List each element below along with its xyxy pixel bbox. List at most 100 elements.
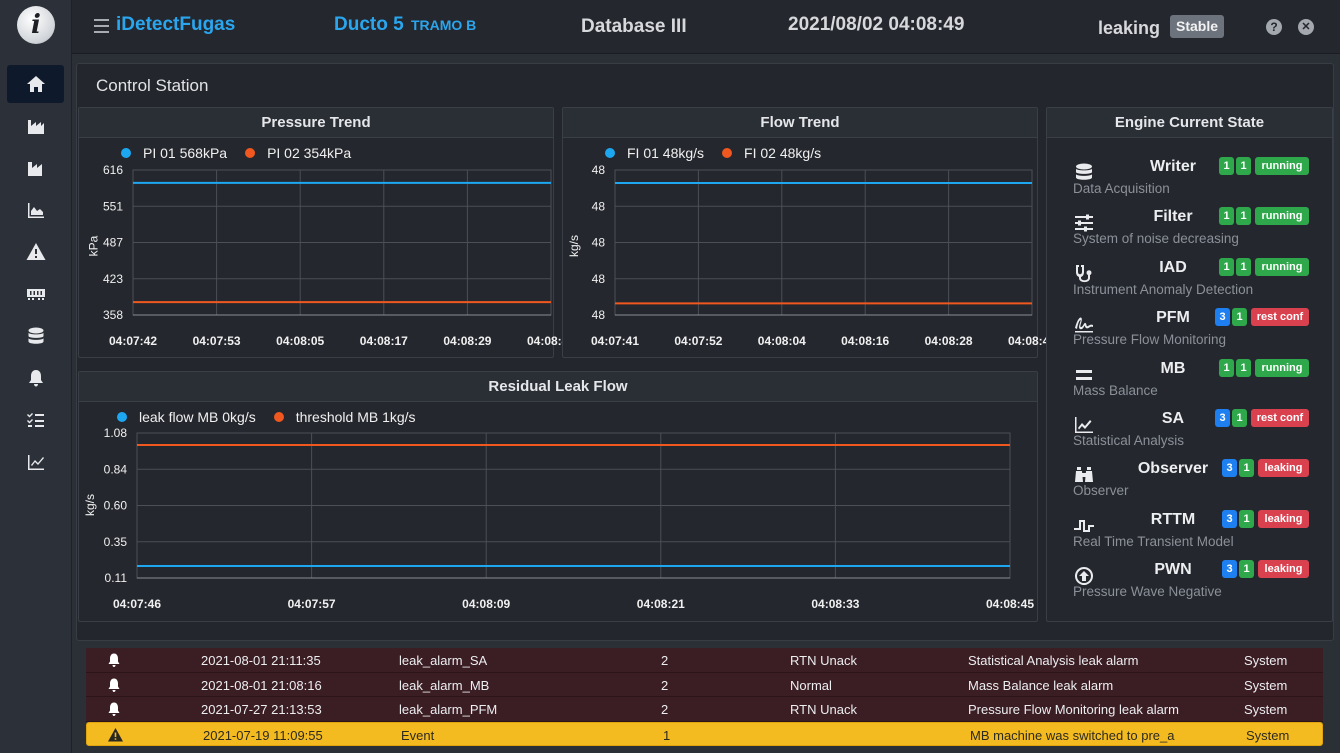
engine-status-badge: leaking	[1258, 459, 1309, 478]
event-row[interactable]: 2021-07-19 11:09:55 Event 1 MB machine was …	[86, 721, 1323, 746]
engine-description: System of noise decreasing	[1073, 231, 1239, 247]
x-tick-label: 04:07:52	[674, 334, 722, 348]
y-tick-label: 423	[103, 272, 123, 286]
engine-description: Instrument Anomaly Detection	[1073, 281, 1254, 297]
bell-icon	[106, 677, 122, 693]
factory-icon	[27, 120, 44, 134]
residual-leak-flow-card: Residual Leak Flow leak flow MB 0kg/s th…	[78, 371, 1038, 622]
x-tick-label: 04:08:05	[276, 334, 324, 348]
engine-row-sa[interactable]: SA Statistical Analysis 3 1 rest conf	[1073, 409, 1313, 458]
y-tick-label: 0.84	[104, 462, 128, 476]
engine-name: PWN	[1154, 561, 1192, 579]
alarm-tag: leak_alarm_MB	[399, 677, 490, 693]
alarm-state: RTN Unack	[790, 653, 857, 668]
engine-row-iad[interactable]: IAD Instrument Anomaly Detection 1 1 running	[1073, 257, 1313, 307]
engine-row-mb[interactable]: MB Mass Balance 1 1 running	[1073, 358, 1313, 408]
x-tick-label: 04:07:46	[113, 597, 161, 611]
alarm-row[interactable]: 2021-08-01 21:11:35 leak_alarm_SA 2 RTN Una…	[86, 648, 1323, 673]
alarm-source: System	[1244, 677, 1288, 693]
alarm-message: Pressure Flow Monitoring leak alarm	[968, 702, 1179, 717]
engine-badge-b: 1	[1236, 358, 1251, 377]
sidebar-item-database[interactable]	[7, 317, 64, 355]
engine-name: Writer	[1150, 158, 1196, 175]
engine-badge-b: 1	[1232, 409, 1247, 427]
engine-status-badge: running	[1255, 358, 1309, 377]
alarm-row[interactable]: 2021-07-27 21:13:53 leak_alarm_PFM 2 RTN Un…	[86, 697, 1323, 722]
engine-badge-b: 1	[1236, 157, 1251, 175]
engine-name: IAD	[1159, 258, 1187, 276]
pipeline-section: TRAMO B	[410, 17, 477, 33]
sidebar-item-factory[interactable]	[7, 107, 64, 145]
engine-badge-a: 3	[1222, 509, 1237, 528]
line-chart-icon	[27, 455, 44, 470]
x-tick-label: 04:08:33	[811, 597, 859, 611]
engine-status-badge: running	[1255, 157, 1309, 175]
alarm-tag: Event	[401, 727, 435, 743]
engine-badge-a: 3	[1222, 459, 1237, 478]
alarm-state: RTN Unack	[790, 702, 857, 717]
brand-name[interactable]: iDetectFugas	[116, 14, 235, 36]
engine-badge-a: 3	[1222, 560, 1237, 579]
y-tick-label: 48	[592, 236, 606, 250]
home-icon	[26, 76, 45, 92]
engine-row-writer[interactable]: Writer Data Acquisition 1 1 running	[1073, 157, 1313, 206]
alarm-row[interactable]: 2021-08-01 21:08:16 leak_alarm_MB 2 Normal M…	[86, 672, 1323, 697]
y-tick-label: 0.11	[105, 571, 128, 585]
logo-glyph: i	[31, 10, 41, 40]
bell-icon	[106, 701, 122, 717]
database-name: Database III	[581, 16, 687, 37]
alarm-priority: 2	[661, 702, 669, 717]
x-tick-label: 04:08:45	[986, 597, 1034, 611]
help-icon[interactable]: ?	[1266, 19, 1282, 35]
app: i iDetectFugas Ducto 5 TRAMO B Database …	[0, 0, 1340, 753]
engine-description: Statistical Analysis	[1073, 433, 1185, 448]
status-badge: Stable	[1170, 15, 1225, 38]
bell-icon	[28, 370, 43, 387]
alarm-source: System	[1244, 702, 1288, 717]
alarm-state: Normal	[790, 677, 832, 693]
engine-name: Observer	[1137, 460, 1209, 478]
engine-status-badge: rest conf	[1251, 409, 1309, 427]
sidebar-item-memory[interactable]	[7, 275, 64, 313]
pressure-trend-card: Pressure Trend PI 01 568kPa PI 02 354kPa…	[78, 107, 575, 358]
sidebar-item-alarms[interactable]	[7, 359, 64, 397]
residual-chart: 1.08 0.84 0.60 0.35 0.11 04:07:46 04:07:57 04:0…	[104, 426, 1035, 611]
engine-description: Real Time Transient Model	[1073, 533, 1234, 549]
engine-status-badge: leaking	[1258, 509, 1309, 528]
y-tick-label: 358	[103, 308, 123, 322]
x-tick-label: 04:08:04	[758, 334, 806, 348]
system-state: leaking	[1098, 18, 1161, 38]
engine-badge-b: 1	[1239, 459, 1254, 478]
sidebar-item-warnings[interactable]	[7, 233, 64, 271]
engine-status-badge: running	[1255, 207, 1309, 226]
close-icon[interactable]: ✕	[1298, 19, 1314, 35]
hamburger-menu-icon[interactable]	[94, 19, 109, 33]
engine-row-pfm[interactable]: PFM Pressure Flow Monitoring 3 1 rest conf	[1073, 308, 1313, 357]
sidebar-item-home[interactable]	[7, 65, 64, 103]
sidebar-item-area-chart[interactable]	[7, 191, 64, 229]
x-tick-label: 04:08:29	[443, 334, 491, 348]
app-logo[interactable]: i	[17, 6, 55, 44]
flow-chart: 48 48 48 48 48 04:07:41 04:07:52 04:08:04 04:08:…	[591, 163, 1056, 348]
y-tick-label: 551	[103, 199, 123, 213]
y-tick-label: 48	[592, 163, 606, 177]
engine-badge-b: 1	[1239, 509, 1254, 528]
alarm-tag: leak_alarm_PFM	[399, 702, 498, 717]
y-tick-label: 0.35	[104, 535, 128, 549]
x-tick-label: 04:08:09	[462, 597, 510, 611]
engine-row-rttm[interactable]: RTTM Real Time Transient Model 3 1 leaking	[1073, 509, 1313, 559]
x-tick-label: 04:08:21	[637, 597, 685, 611]
sidebar-item-factory-alt[interactable]	[7, 149, 64, 187]
engine-row-filter[interactable]: Filter System of noise decreasing 1 1 runnin…	[1073, 207, 1313, 256]
engine-status-badge: leaking	[1258, 560, 1309, 579]
alarm-tag: leak_alarm_SA	[399, 653, 488, 668]
engine-status-badge: rest conf	[1251, 308, 1309, 327]
sidebar-item-checklist[interactable]	[7, 401, 64, 439]
engine-row-pwn[interactable]: PWN Pressure Wave Negative 3 1 leaking	[1073, 560, 1313, 609]
engine-badge-b: 1	[1239, 560, 1254, 579]
sidebar-item-line-chart[interactable]	[7, 443, 64, 481]
engine-row-observer[interactable]: Observer Observer 3 1 leaking	[1073, 459, 1313, 508]
control-station-panel: Control Station Pressure Trend PI 01 568…	[76, 63, 1334, 641]
warning-icon	[26, 243, 45, 260]
engine-state-title: Engine Current State	[1047, 108, 1332, 138]
